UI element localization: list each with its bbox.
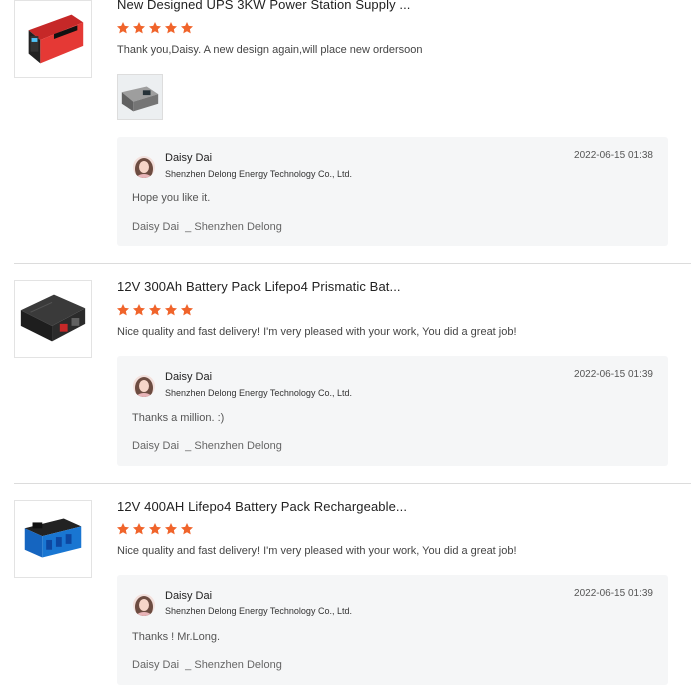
star-icon [132,22,146,34]
product-title-link[interactable]: New Designed UPS 3KW Power Station Suppl… [117,0,411,12]
product-thumbnail[interactable] [14,280,92,358]
battery-pack-image [15,281,91,357]
reply-signature: Daisy Dai _ Shenzhen Delong [132,440,282,452]
star-icon [164,304,178,316]
star-icon [116,304,130,316]
review-comment: Nice quality and fast delivery! I'm very… [117,326,517,338]
star-rating [116,522,194,537]
reply-signature: Daisy Dai _ Shenzhen Delong [132,221,282,233]
star-icon [116,22,130,34]
reply-text: Thanks a million. :) [132,412,225,424]
review-photo[interactable] [117,74,163,120]
review-item: 12V 400AH Lifepo4 Battery Pack Rechargea… [0,499,691,685]
reply-company-name: Shenzhen Delong Energy Technology Co., L… [165,169,352,179]
reply-company-name: Shenzhen Delong Energy Technology Co., L… [165,606,352,616]
reply-timestamp: 2022-06-15 01:39 [574,369,653,380]
star-rating [116,21,194,36]
seller-reply: Daisy Dai Shenzhen Delong Energy Technol… [117,137,668,246]
product-title-link[interactable]: 12V 400AH Lifepo4 Battery Pack Rechargea… [117,499,407,514]
battery-pack-image [15,501,91,577]
star-icon [148,22,162,34]
star-icon [180,523,194,535]
product-thumbnail[interactable] [14,500,92,578]
divider [14,263,691,264]
review-item: 12V 300Ah Battery Pack Lifepo4 Prismatic… [0,279,691,470]
star-icon [180,304,194,316]
avatar [133,375,155,397]
reply-text: Hope you like it. [132,192,211,204]
reply-author-name: Daisy Dai [165,152,213,164]
star-icon [132,523,146,535]
star-icon [116,523,130,535]
star-icon [148,523,162,535]
user-avatar-image [133,594,155,616]
review-comment: Thank you,Daisy. A new design again,will… [117,44,423,56]
user-avatar-image [133,156,155,178]
review-comment: Nice quality and fast delivery! I'm very… [117,545,517,557]
reply-author-name: Daisy Dai [165,590,213,602]
seller-reply: Daisy Dai Shenzhen Delong Energy Technol… [117,356,668,466]
seller-reply: Daisy Dai Shenzhen Delong Energy Technol… [117,575,668,685]
product-thumbnail[interactable] [14,0,92,78]
review-item: New Designed UPS 3KW Power Station Suppl… [0,0,691,262]
star-icon [148,304,162,316]
product-title-link[interactable]: 12V 300Ah Battery Pack Lifepo4 Prismatic… [117,279,401,294]
user-avatar-image [133,375,155,397]
reply-signature: Daisy Dai _ Shenzhen Delong [132,659,282,671]
star-rating [116,303,194,318]
star-icon [132,304,146,316]
divider [14,483,691,484]
avatar [133,156,155,178]
ups-power-station-image [15,1,91,77]
reply-company-name: Shenzhen Delong Energy Technology Co., L… [165,388,352,398]
reply-timestamp: 2022-06-15 01:38 [574,150,653,161]
star-icon [164,523,178,535]
star-icon [180,22,194,34]
star-icon [164,22,178,34]
reply-author-name: Daisy Dai [165,371,213,383]
review-photo-image [118,75,162,119]
reply-text: Thanks ! Mr.Long. [132,631,221,643]
reply-timestamp: 2022-06-15 01:39 [574,588,653,599]
avatar [133,594,155,616]
